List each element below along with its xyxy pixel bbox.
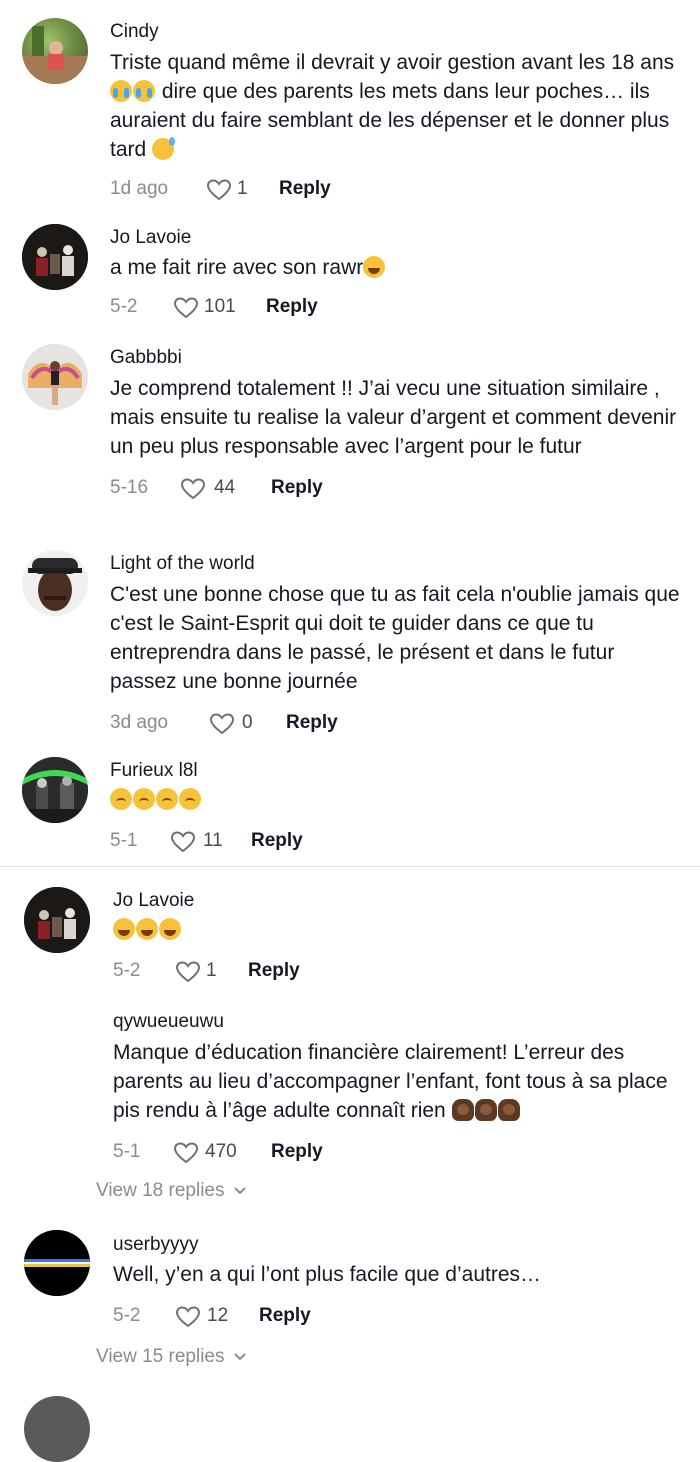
comment-username[interactable]: Cindy xyxy=(110,20,680,44)
laughing-emoji-icon xyxy=(113,918,135,940)
comment-date: 3d ago xyxy=(110,712,169,733)
comment-meta: 5-16 44 Reply xyxy=(110,473,680,503)
laughing-emoji-icon xyxy=(136,918,158,940)
heart-icon[interactable] xyxy=(209,713,235,735)
comment-meta: 5-2 1 Reply xyxy=(113,956,680,986)
avatar[interactable] xyxy=(22,550,88,616)
reply-button[interactable]: Reply xyxy=(271,473,323,503)
comment-username[interactable]: qywueueuwu xyxy=(113,1010,680,1034)
comment-text: Manque d’éducation financière clairement… xyxy=(113,1041,668,1122)
laughing-emoji-icon xyxy=(159,918,181,940)
comment-username[interactable]: Light of the world xyxy=(110,552,680,576)
avatar[interactable] xyxy=(24,1396,90,1462)
comment-date: 5-1 xyxy=(113,1141,141,1162)
reply-button[interactable]: Reply xyxy=(279,174,331,204)
chevron-down-icon xyxy=(233,1177,247,1205)
avatar[interactable] xyxy=(22,224,88,290)
comment-meta: 5-1 470 Reply xyxy=(113,1137,680,1167)
reply-button[interactable]: Reply xyxy=(286,708,338,738)
comment-meta: 5-2 12 Reply xyxy=(113,1301,680,1331)
view-replies-button[interactable]: View 18 replies xyxy=(96,1177,247,1205)
heart-icon[interactable] xyxy=(175,1306,201,1328)
reply-button[interactable]: Reply xyxy=(271,1137,323,1167)
crying-emoji-icon xyxy=(110,80,132,102)
comment-date: 5-1 xyxy=(110,830,138,851)
heart-icon[interactable] xyxy=(173,1142,199,1164)
like-count: 44 xyxy=(214,477,236,498)
reply-button[interactable]: Reply xyxy=(266,292,318,322)
person-emoji-icon xyxy=(497,1099,520,1121)
comment-username[interactable]: Jo Lavoie xyxy=(113,889,680,913)
comment-text: Je comprend totalement !! J’ai vecu une … xyxy=(110,377,677,458)
like-count: 470 xyxy=(205,1141,237,1162)
reply-button[interactable]: Reply xyxy=(251,826,303,856)
avatar[interactable] xyxy=(24,887,90,953)
person-emoji-icon xyxy=(451,1099,474,1121)
crying-emoji-icon xyxy=(133,80,155,102)
comment-meta: 1d ago 1 Reply xyxy=(110,174,680,204)
comment-date: 5-2 xyxy=(113,1305,141,1326)
avatar[interactable] xyxy=(22,757,88,823)
comment-meta: 5-1 11 Reply xyxy=(110,826,680,856)
comment-date: 5-16 xyxy=(110,477,149,498)
comment-username[interactable]: Jo Lavoie xyxy=(110,226,680,250)
comment-date: 5-2 xyxy=(110,296,138,317)
comment-text: a me fait rire avec son rawr xyxy=(110,253,680,282)
like-count: 12 xyxy=(207,1305,229,1326)
comment-text: Triste quand même il devrait y avoir ges… xyxy=(110,51,675,161)
section-divider xyxy=(0,866,700,867)
heart-icon[interactable] xyxy=(180,478,206,500)
comment-username[interactable]: userbyyyy xyxy=(113,1233,680,1257)
frowning-emoji-icon xyxy=(133,788,155,810)
comment-date: 1d ago xyxy=(110,178,169,199)
comment-date: 5-2 xyxy=(113,960,141,981)
chevron-down-icon xyxy=(233,1343,247,1371)
comment-text xyxy=(110,785,680,814)
avatar[interactable] xyxy=(24,1012,90,1078)
comment-text xyxy=(113,915,680,944)
reply-button[interactable]: Reply xyxy=(259,1301,311,1331)
comment-meta: 5-2 101 Reply xyxy=(110,292,680,322)
comment-username[interactable]: Gabbbbi xyxy=(110,346,680,370)
view-replies-label: View 15 replies xyxy=(96,1346,225,1368)
frowning-emoji-icon xyxy=(110,788,132,810)
sweat-smile-emoji-icon xyxy=(152,137,176,160)
comment-username[interactable]: Furieux l8l xyxy=(110,759,680,783)
avatar[interactable] xyxy=(22,344,88,410)
like-count: 1 xyxy=(206,960,217,981)
comment-meta: 3d ago 0 Reply xyxy=(110,708,680,738)
frowning-emoji-icon xyxy=(179,788,201,810)
avatar[interactable] xyxy=(24,1230,90,1296)
laughing-emoji-icon xyxy=(363,256,386,278)
like-count: 11 xyxy=(203,830,223,851)
comment-text: C'est une bonne chose que tu as fait cel… xyxy=(110,583,680,693)
heart-icon[interactable] xyxy=(170,831,196,853)
like-count: 1 xyxy=(237,178,248,199)
heart-icon[interactable] xyxy=(175,961,201,983)
view-replies-button[interactable]: View 15 replies xyxy=(96,1343,247,1371)
comment-text: Well, y’en a qui l’ont plus facile que d… xyxy=(113,1263,542,1286)
view-replies-label: View 18 replies xyxy=(96,1180,225,1202)
heart-icon[interactable] xyxy=(206,179,232,201)
avatar[interactable] xyxy=(22,18,88,84)
heart-icon[interactable] xyxy=(173,297,199,319)
person-emoji-icon xyxy=(474,1099,497,1121)
reply-button[interactable]: Reply xyxy=(248,956,300,986)
frowning-emoji-icon xyxy=(156,788,178,810)
like-count: 101 xyxy=(204,296,236,317)
like-count: 0 xyxy=(242,712,253,733)
